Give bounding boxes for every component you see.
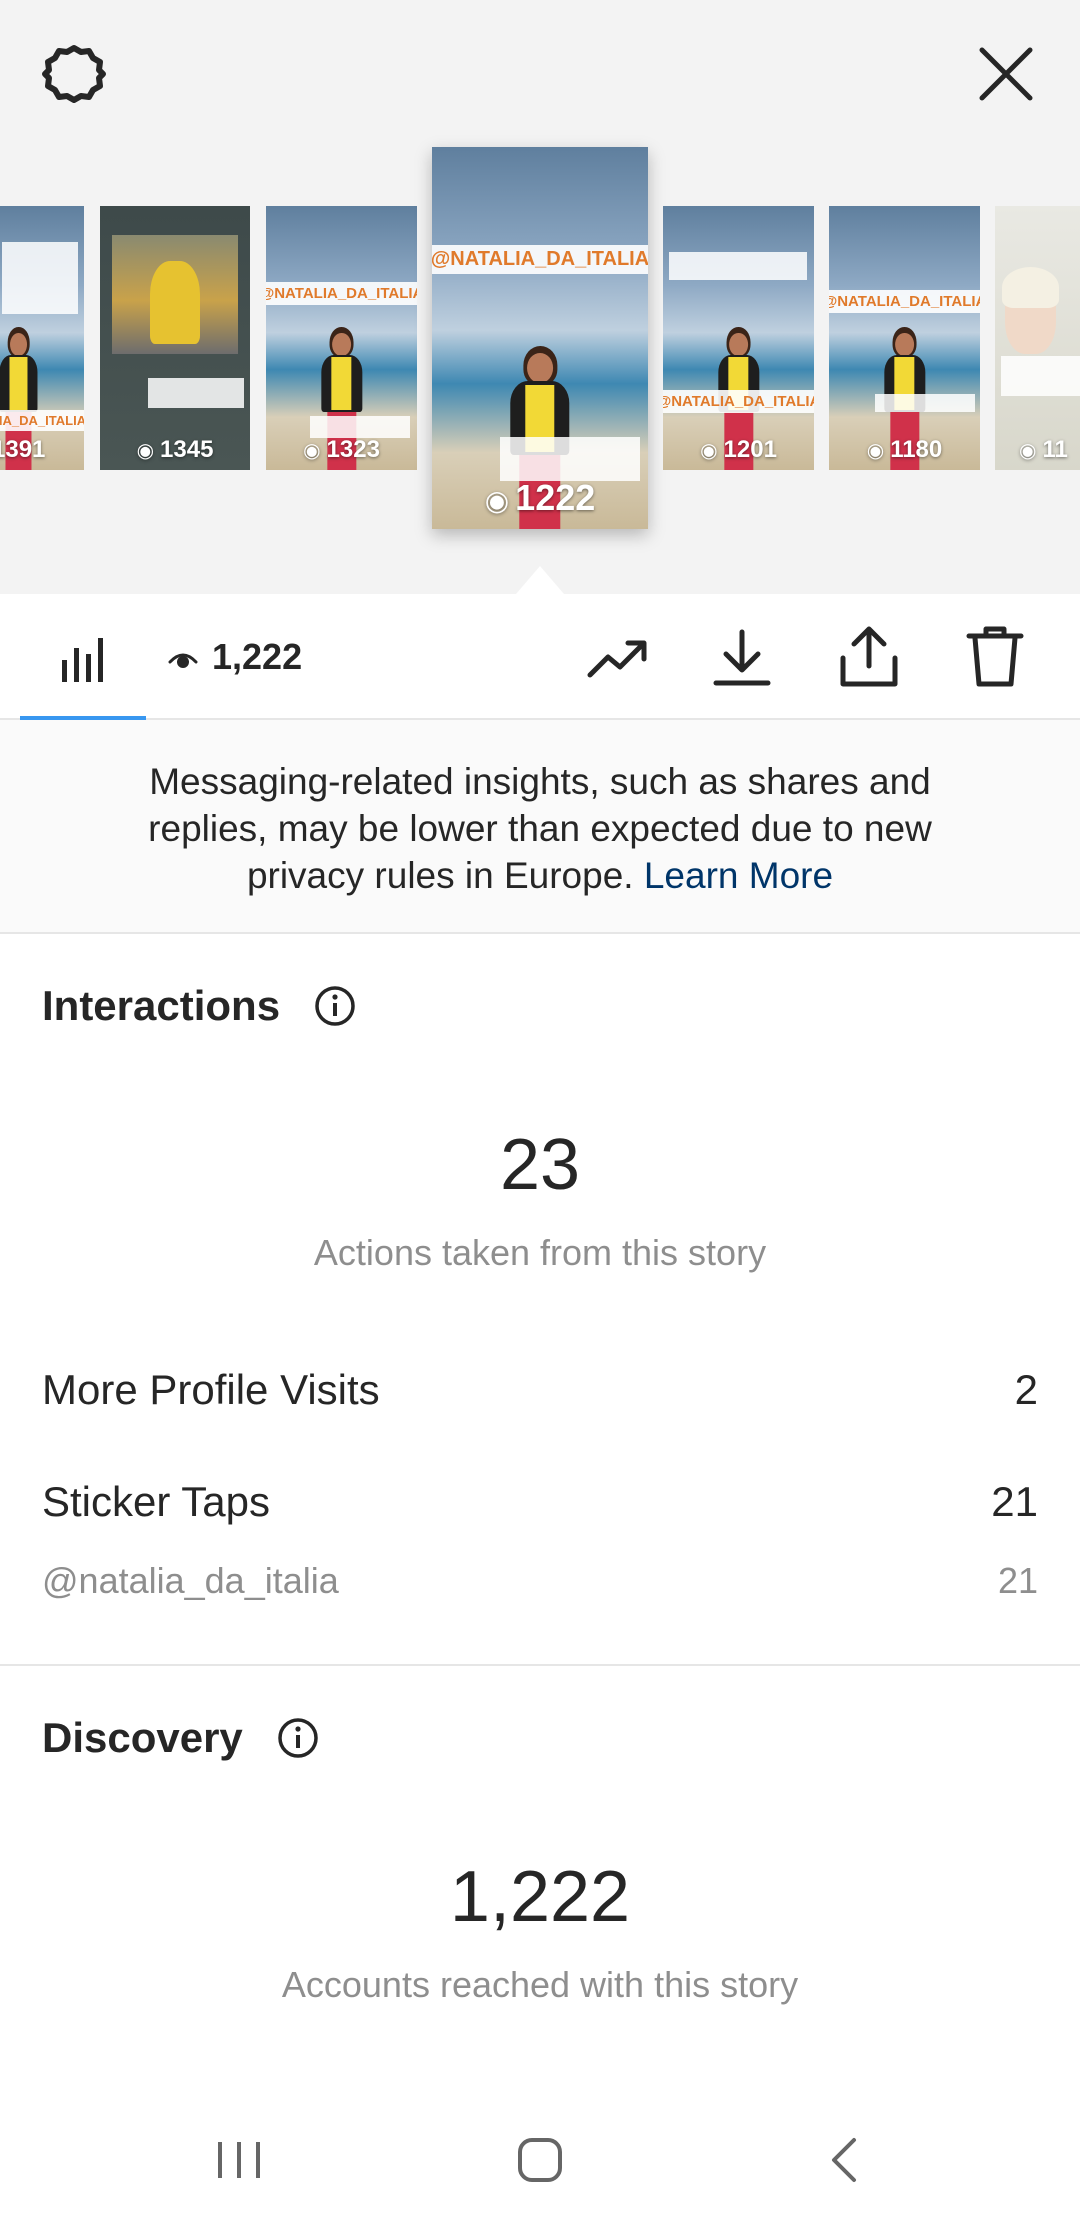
story-thumbnail-selected[interactable]: @NATALIA_DA_ITALIA ◉ 1222 [432,147,648,529]
trend-icon[interactable] [586,631,650,685]
download-icon[interactable] [712,628,772,688]
story-thumbnail[interactable]: @NATALIA_DA_ITALIA ◉ 1201 [663,206,814,470]
eye-icon: ◉ [700,440,718,462]
eye-icon: ◉ [1019,440,1037,462]
trash-icon[interactable] [966,624,1024,688]
story-thumbnail[interactable]: @NATALIA_DA_ITALIA 1391 [0,206,84,470]
recents-icon[interactable] [214,2134,264,2186]
metric-value: 21 [997,1560,1038,1601]
metric-label: @natalia_da_italia [42,1560,339,1601]
metric-value: 2 [1014,1366,1038,1413]
story-photo [1002,266,1060,354]
story-mention-tag: @NATALIA_DA_ITALIA [432,245,648,274]
story-caption-note [1001,356,1080,396]
story-mention-tag: @NATALIA_DA_ITALIA [0,410,84,431]
story-thumbnail[interactable]: ◉ 1345 [100,206,250,470]
story-photo [112,235,238,354]
story-view-count: ◉ 1345 [136,436,214,463]
tab-insights[interactable] [20,594,146,720]
discovery-caption: Accounts reached with this story [281,1964,799,2005]
story-mention-tag: @NATALIA_DA_ITALIA [829,290,980,313]
discovery-title: Discovery [42,1714,243,1761]
eye-icon: ◉ [484,485,510,516]
story-view-count: ◉ 11 [1019,436,1068,463]
metric-row-profile-visits: More Profile Visits 2 [42,1366,1038,1414]
eye-icon: ◉ [866,440,885,462]
section-divider [0,1664,1080,1666]
gear-icon[interactable] [40,40,108,108]
back-icon[interactable] [826,2134,862,2186]
eye-icon: ◉ [136,440,155,462]
interactions-title: Interactions [42,982,281,1029]
story-view-count: ◉ 1201 [700,436,777,463]
privacy-notice: Messaging-related insights, such as shar… [0,720,1080,934]
discovery-total: 1,222 [449,1857,631,1937]
eye-icon: ◉ [303,440,321,462]
metric-label: Sticker Taps [42,1478,270,1525]
view-count: 1,222 [168,632,302,682]
story-view-count: ◉ 1323 [303,436,380,463]
learn-more-link[interactable]: Learn More [644,855,833,896]
bar-chart-icon [58,634,108,684]
interactions-caption: Actions taken from this story [313,1232,767,1273]
story-strip-area: @NATALIA_DA_ITALIA 1391 ◉1345 @NATALIA_D… [0,0,1080,594]
story-mention-tag: @NATALIA_DA_ITALIA [663,390,814,413]
system-nav-bar [0,2100,1080,2220]
story-thumbnail[interactable]: ◉ 11 [995,206,1080,470]
info-icon[interactable] [277,1717,319,1759]
story-caption-note [875,394,975,412]
discovery-header: Discovery [42,1714,319,1762]
story-view-count: 1391 [0,436,46,463]
view-count-value: 1,222 [212,636,303,677]
story-caption-note [310,416,410,438]
share-icon[interactable] [838,624,900,688]
interactions-header: Interactions [42,982,356,1030]
story-toolbar: 1,222 [0,594,1080,720]
story-caption-note [669,252,807,280]
home-icon[interactable] [516,2134,564,2186]
eye-icon [168,642,198,672]
story-caption-note [2,242,78,314]
interactions-total: 23 [499,1125,581,1205]
story-thumbnail[interactable]: @NATALIA_DA_ITALIA ◉ 1323 [266,206,417,470]
story-view-count: ◉ 1180 [866,436,943,463]
story-view-count: ◉ 1222 [484,477,596,518]
info-icon[interactable] [314,985,356,1027]
story-caption-note [148,378,244,408]
metric-subrow-mention: @natalia_da_italia 21 [42,1560,1038,1602]
story-thumbnail[interactable]: @NATALIA_DA_ITALIA ◉ 1180 [829,206,980,470]
metric-label: More Profile Visits [42,1366,380,1413]
story-caption-note [500,437,640,481]
selection-pointer [516,560,564,594]
story-mention-tag: @NATALIA_DA_ITALIA [266,282,417,305]
close-icon[interactable] [972,40,1040,108]
metric-value: 21 [991,1478,1038,1525]
metric-row-sticker-taps: Sticker Taps 21 [42,1478,1038,1526]
